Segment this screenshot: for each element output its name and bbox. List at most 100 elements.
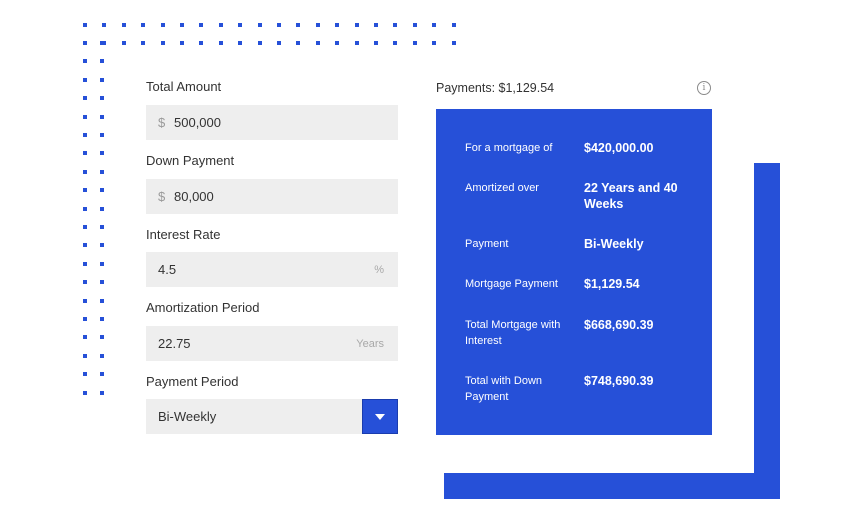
decorative-dot — [100, 151, 104, 156]
summary-value: $1,129.54 — [584, 277, 640, 291]
interest-rate-value[interactable]: 4.5 — [158, 262, 176, 277]
decorative-dot — [100, 390, 104, 395]
decorative-dot — [83, 133, 87, 137]
decorative-dot — [83, 59, 87, 64]
interest-rate-field[interactable]: 4.5 % — [146, 252, 398, 287]
decorative-dot — [100, 225, 104, 229]
decorative-dot — [335, 23, 340, 27]
decorative-dot — [83, 390, 87, 395]
decorative-dot — [160, 23, 165, 27]
caret-down-icon — [375, 413, 385, 420]
decorative-dot — [100, 280, 104, 285]
decorative-dot — [180, 23, 184, 27]
decorative-dot — [354, 23, 359, 27]
decorative-dots-left — [83, 41, 107, 411]
decorative-dot — [315, 23, 320, 27]
payments-header: Payments: $1,129.54 — [436, 81, 555, 95]
summary-label: For a mortgage of — [465, 142, 553, 154]
decorative-dot — [141, 41, 146, 45]
decorative-dot — [296, 41, 301, 45]
decorative-dot — [277, 41, 281, 45]
summary-label: Payment — [465, 238, 509, 250]
decorative-dot — [100, 335, 104, 340]
down-payment-field[interactable]: $ 80,000 — [146, 179, 398, 214]
decorative-dot — [100, 243, 104, 248]
decorative-dot — [100, 372, 104, 377]
amortization-period-value[interactable]: 22.75 — [158, 336, 191, 351]
decorative-dot — [83, 353, 87, 358]
decorative-dot — [83, 280, 87, 285]
decorative-dot — [83, 335, 87, 340]
decorative-dot — [374, 41, 378, 45]
decorative-dot — [83, 206, 87, 211]
decorative-dot — [100, 298, 104, 303]
decorative-dot — [100, 77, 104, 82]
decorative-dot — [374, 23, 378, 27]
decorative-dot — [100, 114, 104, 119]
summary-label: Amortized over — [465, 182, 539, 194]
years-unit: Years — [356, 337, 384, 350]
decorative-dot — [83, 169, 87, 174]
decorative-dot — [432, 23, 437, 27]
decorative-dot — [100, 169, 104, 174]
down-payment-value[interactable]: 80,000 — [174, 189, 214, 204]
decorative-frame-horizontal — [444, 473, 780, 499]
decorative-dots-top — [83, 23, 473, 47]
interest-rate-label: Interest Rate — [146, 227, 221, 242]
summary-label: Mortgage Payment — [465, 278, 558, 290]
amortization-period-label: Amortization Period — [146, 300, 260, 315]
decorative-dot — [83, 23, 87, 27]
decorative-dot — [100, 353, 104, 358]
summary-card: For a mortgage of $420,000.00 Amortized … — [436, 109, 712, 435]
decorative-dot — [83, 77, 87, 82]
payment-period-label: Payment Period — [146, 374, 239, 389]
decorative-dot — [100, 206, 104, 211]
summary-value: $748,690.39 — [584, 374, 654, 388]
decorative-dot — [100, 41, 104, 45]
payment-period-value[interactable]: Bi-Weekly — [158, 409, 216, 424]
total-amount-label: Total Amount — [146, 79, 222, 94]
decorative-dot — [83, 298, 87, 303]
decorative-dot — [257, 41, 262, 45]
summary-value: $420,000.00 — [584, 141, 654, 155]
summary-label: Total with Down Payment — [465, 375, 543, 403]
decorative-dot — [121, 41, 126, 45]
down-payment-label: Down Payment — [146, 153, 235, 168]
decorative-dot — [218, 23, 223, 27]
decorative-dot — [83, 41, 87, 45]
decorative-dot — [100, 261, 104, 266]
total-amount-value[interactable]: 500,000 — [174, 115, 221, 130]
summary-value: $668,690.39 — [584, 318, 654, 332]
decorative-dot — [451, 23, 456, 27]
amortization-period-field[interactable]: 22.75 Years — [146, 326, 398, 361]
decorative-dot — [100, 188, 104, 193]
decorative-dot — [83, 317, 87, 321]
decorative-dot — [238, 23, 243, 27]
decorative-dot — [432, 41, 437, 45]
dollar-icon: $ — [158, 189, 166, 204]
dropdown-button[interactable] — [362, 399, 398, 434]
total-amount-field[interactable]: $ 500,000 — [146, 105, 398, 140]
decorative-dot — [412, 23, 417, 27]
decorative-dot — [100, 317, 104, 321]
decorative-dot — [296, 23, 301, 27]
payment-period-select[interactable]: Bi-Weekly — [146, 399, 398, 434]
decorative-dot — [83, 188, 87, 193]
decorative-dot — [160, 41, 165, 45]
summary-value: Bi-Weekly — [584, 237, 644, 251]
decorative-dot — [180, 41, 184, 45]
decorative-dot — [199, 23, 204, 27]
percent-icon: % — [374, 263, 384, 276]
decorative-dot — [83, 261, 87, 266]
decorative-dot — [83, 372, 87, 377]
decorative-dot — [100, 96, 104, 101]
decorative-dot — [100, 59, 104, 64]
decorative-dot — [315, 41, 320, 45]
decorative-dot — [412, 41, 417, 45]
decorative-dot — [83, 96, 87, 101]
dollar-icon: $ — [158, 115, 166, 130]
decorative-frame-vertical — [754, 163, 780, 499]
decorative-dot — [100, 133, 104, 137]
info-icon[interactable]: i — [697, 81, 711, 95]
decorative-dot — [393, 23, 398, 27]
